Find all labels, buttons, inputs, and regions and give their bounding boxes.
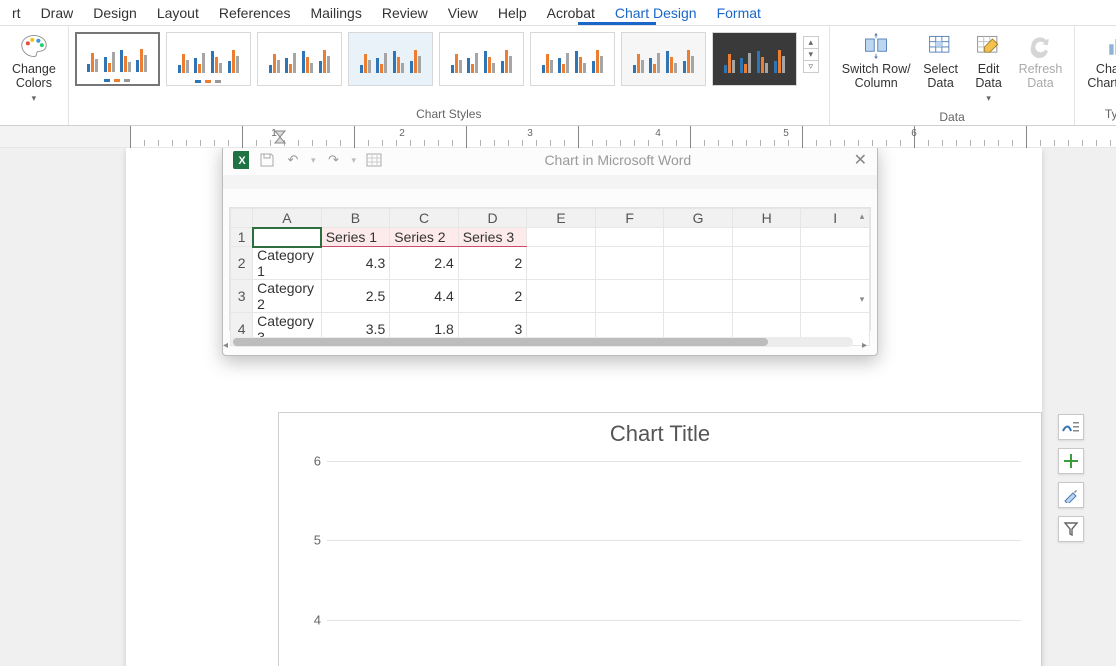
select-data-icon (927, 32, 955, 60)
refresh-data-button: Refresh Data (1013, 28, 1069, 95)
plot-area (327, 461, 1021, 666)
select-data-button[interactable]: Select Data (917, 28, 965, 95)
chart-styles-group-label: Chart Styles (75, 105, 823, 125)
refresh-data-label: Refresh Data (1019, 62, 1063, 91)
close-button[interactable]: ✕ (854, 150, 867, 170)
chart-style-3[interactable] (257, 32, 342, 86)
active-tab-underline (578, 22, 656, 25)
scroll-left-icon[interactable]: ◂ (223, 340, 228, 351)
chart-title[interactable]: Chart Title (279, 413, 1041, 453)
chart-style-gallery: ▴ ▾ ▿ (75, 28, 823, 86)
change-chart-type-icon (1104, 32, 1116, 60)
edit-data-button[interactable]: Edit Data ▾ (965, 28, 1013, 108)
page: X ↶▾ ↷▾ Chart in Microsoft Word ✕ ABCDEF… (126, 148, 1042, 666)
menu-format[interactable]: Format (707, 3, 771, 23)
chevron-down-icon: ▾ (32, 93, 37, 104)
menu-draw[interactable]: Draw (31, 3, 84, 23)
menu-design[interactable]: Design (83, 3, 147, 23)
chart-filters-button[interactable] (1058, 516, 1084, 542)
menu-insert[interactable]: rt (2, 3, 31, 23)
select-data-label: Select Data (923, 62, 958, 91)
excel-icon: X (233, 152, 249, 168)
type-group-label: Type (1081, 105, 1116, 125)
document-canvas[interactable]: X ↶▾ ↷▾ Chart in Microsoft Word ✕ ABCDEF… (0, 148, 1116, 666)
menu-help[interactable]: Help (488, 3, 537, 23)
switch-row-column-label: Switch Row/ Column (842, 62, 911, 91)
palette-icon (20, 32, 48, 60)
menu-bar: rt Draw Design Layout References Mailing… (0, 0, 1116, 26)
change-chart-type-label: Change Chart Type (1087, 62, 1116, 91)
chart-style-7[interactable] (621, 32, 706, 86)
menu-mailings[interactable]: Mailings (300, 3, 371, 23)
data-group-label: Data (836, 108, 1069, 128)
spreadsheet-grid[interactable]: ABCDEFGHI1Series 1Series 2Series 32Categ… (229, 207, 871, 331)
layout-options-button[interactable] (1058, 414, 1084, 440)
chart-style-1[interactable] (75, 32, 160, 86)
gallery-spinner: ▴ ▾ ▿ (803, 36, 819, 73)
chart-quick-buttons (1058, 414, 1084, 542)
chart-style-8[interactable] (712, 32, 797, 86)
change-colors-label: Change Colors (12, 62, 56, 91)
menu-review[interactable]: Review (372, 3, 438, 23)
chart-style-5[interactable] (439, 32, 524, 86)
chart-data-editor: X ↶▾ ↷▾ Chart in Microsoft Word ✕ ABCDEF… (222, 148, 878, 356)
save-icon[interactable] (259, 152, 275, 168)
undo-icon[interactable]: ↶ (285, 152, 301, 168)
ribbon: Change Colors ▾ ▴ ▾ ▿ C (0, 26, 1116, 126)
redo-icon[interactable]: ↷ (326, 152, 342, 168)
first-line-indent-marker[interactable] (274, 130, 286, 144)
menu-chart-design[interactable]: Chart Design (605, 3, 707, 23)
menu-view[interactable]: View (438, 3, 488, 23)
scroll-right-icon[interactable]: ▸ (862, 340, 867, 351)
chevron-down-icon: ▾ (986, 93, 991, 104)
chart-style-2[interactable] (166, 32, 251, 86)
chart-style-6[interactable] (530, 32, 615, 86)
change-colors-button[interactable]: Change Colors ▾ (6, 28, 62, 108)
chart-elements-button[interactable] (1058, 448, 1084, 474)
horizontal-scrollbar[interactable] (231, 337, 853, 347)
refresh-icon (1026, 32, 1054, 60)
edit-data-label: Edit Data (975, 62, 1001, 91)
edit-data-icon (975, 32, 1003, 60)
horizontal-ruler[interactable]: 123456 (0, 126, 1116, 148)
y-axis: 3456 (303, 461, 323, 666)
switch-row-column-icon (862, 32, 890, 60)
menu-acrobat[interactable]: Acrobat (537, 3, 605, 23)
vertical-scrollbar[interactable]: ▴▾ (857, 211, 867, 331)
table-icon[interactable] (366, 152, 382, 168)
menu-references[interactable]: References (209, 3, 301, 23)
switch-row-column-button[interactable]: Switch Row/ Column (836, 28, 917, 95)
chart-styles-button[interactable] (1058, 482, 1084, 508)
gallery-down-button[interactable]: ▾ (804, 49, 818, 61)
mini-excel-title: Chart in Microsoft Word (392, 152, 844, 168)
chart-object[interactable]: Chart Title 3456 (278, 412, 1042, 666)
gallery-more-button[interactable]: ▿ (804, 61, 818, 72)
gallery-up-button[interactable]: ▴ (804, 37, 818, 49)
menu-layout[interactable]: Layout (147, 3, 209, 23)
svg-text:X: X (238, 155, 246, 167)
change-chart-type-button[interactable]: Change Chart Type (1081, 28, 1116, 95)
chart-style-4[interactable] (348, 32, 433, 86)
